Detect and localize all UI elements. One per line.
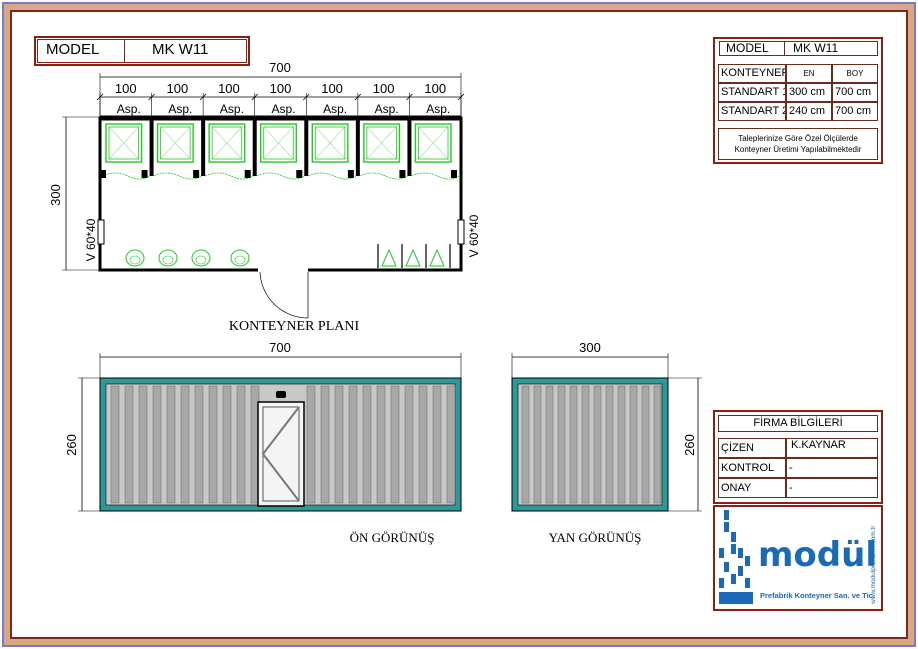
- corrugation-rib: [208, 385, 218, 504]
- front-view-title: ÖN GÖRÜNÜŞ: [350, 530, 435, 545]
- corrugation-rib: [180, 385, 190, 504]
- corrugation-rib: [222, 385, 232, 504]
- corrugation-rib: [605, 385, 614, 504]
- corrugation-rib: [581, 385, 590, 504]
- corrugation-rib: [166, 385, 176, 504]
- front-width-label: 700: [269, 340, 291, 355]
- corrugation-rib: [334, 385, 344, 504]
- front-height-label: 260: [64, 434, 79, 456]
- side-width-label: 300: [579, 340, 601, 355]
- corrugation-rib: [362, 385, 372, 504]
- corrugation-rib: [320, 385, 330, 504]
- corrugation-rib: [390, 385, 400, 504]
- corrugation-rib: [569, 385, 578, 504]
- corrugation-rib: [194, 385, 204, 504]
- corrugation-rib: [236, 385, 246, 504]
- elevation-views: 700 260 ÖN GÖRÜNÜŞ 300 260 YAN GÖRÜNÜŞ: [64, 340, 702, 545]
- corrugation-rib: [446, 385, 456, 504]
- corrugation-rib: [404, 385, 414, 504]
- drawing-sheet: MODEL MK W11 MODEL MK W11 KONTEYNER EN B…: [0, 0, 918, 649]
- corrugation-rib: [348, 385, 358, 504]
- corrugation-rib: [593, 385, 602, 504]
- corrugation-rib: [138, 385, 148, 504]
- corrugation-rib: [545, 385, 554, 504]
- side-view-title: YAN GÖRÜNÜŞ: [549, 530, 642, 545]
- corrugation-rib: [521, 385, 530, 504]
- corrugation-rib: [376, 385, 386, 504]
- corrugation-rib: [653, 385, 662, 504]
- corrugation-rib: [110, 385, 120, 504]
- corrugation-rib: [617, 385, 626, 504]
- corrugation-rib: [418, 385, 428, 504]
- corrugation-rib: [432, 385, 442, 504]
- corrugation-rib: [641, 385, 650, 504]
- corrugation-rib: [557, 385, 566, 504]
- corrugation-rib: [124, 385, 134, 504]
- front-door-light: [276, 391, 286, 398]
- side-height-label: 260: [682, 434, 697, 456]
- corrugation-rib: [533, 385, 542, 504]
- corrugation-rib: [306, 385, 316, 504]
- corrugation-rib: [629, 385, 638, 504]
- corrugation-rib: [152, 385, 162, 504]
